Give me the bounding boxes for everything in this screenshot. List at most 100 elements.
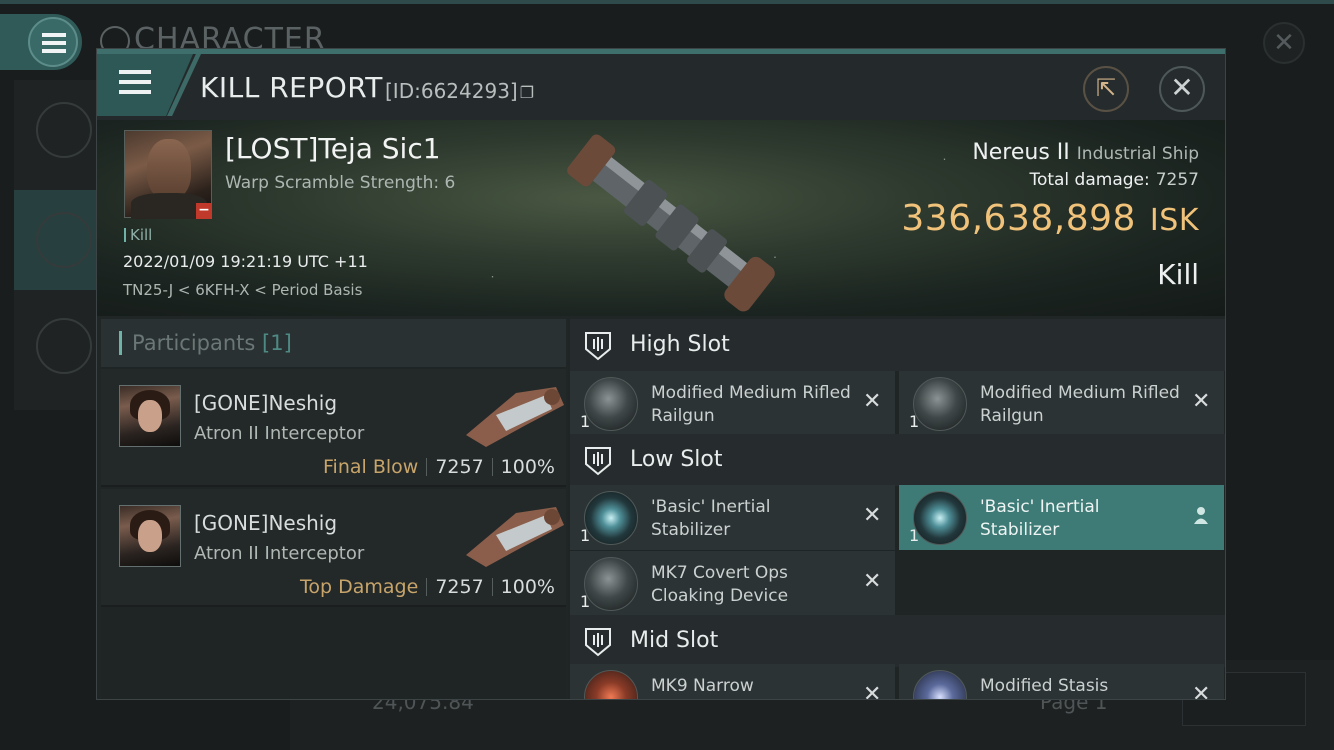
participant-percent: 100% — [500, 456, 555, 478]
sidebar-item-star[interactable] — [14, 300, 98, 400]
portrait-face — [147, 139, 191, 199]
participant-ship-image — [466, 507, 564, 567]
module-item[interactable]: 1 Modified Medium Rifled Railgun ✕ — [570, 371, 895, 436]
kill-tag: Kill — [124, 226, 152, 244]
low-slot-label: Low Slot — [630, 447, 723, 472]
warp-scramble: Warp Scramble Strength: 6 — [225, 173, 456, 193]
total-damage: Total damage: 7257 — [1029, 170, 1199, 190]
module-name: MK7 Covert Ops Cloaking Device — [651, 563, 789, 606]
kill-id[interactable]: [ID:6624293] ❐ — [385, 79, 534, 103]
kill-report-header: KILL REPORT [ID:6624293] ❐ ⇱ ✕ — [97, 54, 1225, 120]
copy-icon[interactable]: ❐ — [520, 83, 534, 102]
participants-count: [1] — [262, 331, 292, 355]
railgun-icon — [913, 377, 967, 431]
kill-location[interactable]: TN25-J < 6KFH-X < Period Basis — [123, 281, 362, 299]
destroyed-icon: ✕ — [863, 682, 882, 700]
railgun-icon — [584, 377, 638, 431]
module-name: 'Basic' Inertial Stabilizer — [980, 497, 1100, 540]
export-button[interactable]: ⇱ — [1083, 66, 1129, 112]
module-name: Modified Stasis — [980, 676, 1109, 696]
participants-panel: Participants [1] [GONE]Neshig Atron II I… — [101, 319, 566, 699]
victim-ship-image — [567, 134, 775, 312]
participants-header: Participants [1] — [101, 319, 566, 367]
mid-slot-icon — [585, 628, 611, 657]
stasis-webifier-icon — [913, 670, 967, 699]
close-icon: ✕ — [1170, 71, 1194, 104]
module-qty: 1 — [909, 526, 920, 545]
isk-amount: 336,638,898 — [901, 198, 1136, 239]
menu-icon — [28, 17, 78, 67]
module-item[interactable]: 1 MK7 Covert Ops Cloaking Device ✕ — [570, 551, 895, 616]
ship-class: Industrial Ship — [1076, 144, 1199, 164]
destroyed-icon: ✕ — [1192, 682, 1211, 700]
destroyed-icon: ✕ — [1192, 389, 1211, 414]
high-slot-icon — [585, 332, 611, 361]
module-name: Modified Medium Rifled Railgun — [980, 383, 1180, 426]
kill-type: Kill — [1157, 258, 1199, 291]
destroyed-icon: ✕ — [863, 503, 882, 528]
high-slot-header: High Slot — [570, 319, 1225, 371]
isk-value: 336,638,898 ISK — [901, 198, 1199, 239]
mid-slot-header: Mid Slot — [570, 615, 1225, 667]
cloaking-device-icon — [584, 557, 638, 611]
module-qty: 1 — [580, 592, 591, 611]
participant-name[interactable]: [GONE]Neshig — [194, 391, 337, 415]
participant-ship: Atron II Interceptor — [194, 423, 365, 444]
character-sidebar — [14, 80, 98, 410]
total-damage-label: Total damage: — [1029, 170, 1150, 190]
stabilizer-icon — [584, 491, 638, 545]
participant-ship-image — [466, 387, 564, 447]
participant-stats: Top Damage 7257 100% — [300, 576, 555, 598]
sidebar-item-menu[interactable] — [14, 80, 98, 180]
module-item[interactable]: 1 'Basic' Inertial Stabilizer — [899, 485, 1224, 550]
participant-role: Final Blow — [323, 456, 419, 478]
victim-name[interactable]: [LOST]Teja Sic1 — [225, 132, 441, 165]
participant-role: Top Damage — [300, 576, 419, 598]
module-qty: 1 — [580, 526, 591, 545]
sidebar-item-combat[interactable] — [14, 190, 98, 290]
mid-slot-label: Mid Slot — [630, 628, 719, 653]
kill-id-text: [ID:6624293] — [385, 79, 518, 103]
module-item[interactable]: 1 MK9 Narrow ✕ — [570, 664, 895, 700]
scrambler-icon — [584, 670, 638, 699]
participant-avatar[interactable] — [119, 505, 181, 567]
module-qty: 1 — [909, 412, 920, 431]
kill-tag-label: Kill — [130, 226, 153, 244]
character-close-button[interactable]: ✕ — [1263, 22, 1305, 64]
main-menu-button[interactable] — [0, 14, 82, 70]
participant-row[interactable]: [GONE]Neshig Atron II Interceptor Top Da… — [101, 489, 566, 607]
participant-stats: Final Blow 7257 100% — [323, 456, 555, 478]
participants-label: Participants — [132, 331, 256, 355]
close-button[interactable]: ✕ — [1159, 66, 1205, 112]
dropped-pilot-icon — [1194, 507, 1208, 524]
module-item[interactable]: 1 Modified Stasis ✕ — [899, 664, 1224, 700]
participant-row[interactable]: [GONE]Neshig Atron II Interceptor Final … — [101, 369, 566, 487]
participant-ship: Atron II Interceptor — [194, 543, 365, 564]
module-name: Modified Medium Rifled Railgun — [651, 383, 851, 426]
destroyed-icon: ✕ — [863, 389, 882, 414]
menu-icon[interactable] — [119, 70, 151, 98]
module-name: 'Basic' Inertial Stabilizer — [651, 497, 771, 540]
module-item[interactable]: 1 'Basic' Inertial Stabilizer ✕ — [570, 485, 895, 550]
ship-name: Nereus II — [972, 140, 1070, 165]
victim-portrait[interactable]: − — [124, 130, 212, 219]
isk-unit: ISK — [1149, 203, 1199, 238]
victim-banner: − [LOST]Teja Sic1 Warp Scramble Strength… — [97, 120, 1225, 316]
lost-badge-icon: − — [196, 203, 212, 219]
top-bar — [0, 0, 1334, 4]
fittings-panel: High Slot 1 Modified Medium Rifled Railg… — [568, 319, 1225, 700]
module-qty: 1 — [580, 412, 591, 431]
kill-date: 2022/01/09 19:21:19 UTC +11 — [123, 252, 368, 271]
victim-ship[interactable]: Nereus II Industrial Ship — [972, 140, 1199, 165]
low-slot-icon — [585, 447, 611, 476]
module-item[interactable]: 1 Modified Medium Rifled Railgun ✕ — [899, 371, 1224, 436]
participant-damage: 7257 — [435, 456, 484, 478]
participant-percent: 100% — [500, 576, 555, 598]
total-damage-value: 7257 — [1155, 170, 1199, 190]
participant-avatar[interactable] — [119, 385, 181, 447]
window-title: KILL REPORT — [200, 71, 383, 104]
stabilizer-icon — [913, 491, 967, 545]
module-name: MK9 Narrow — [651, 676, 754, 696]
participant-name[interactable]: [GONE]Neshig — [194, 511, 337, 535]
low-slot-header: Low Slot — [570, 434, 1225, 486]
